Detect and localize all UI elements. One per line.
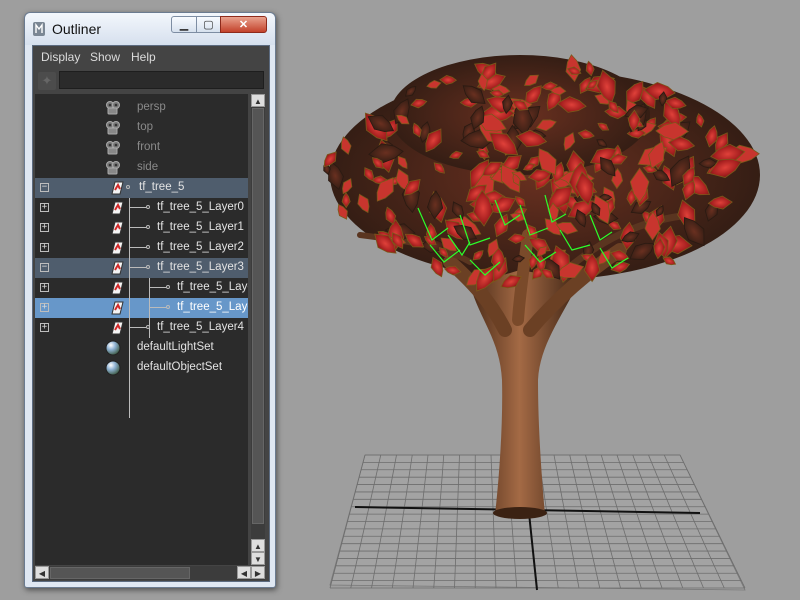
tree-row[interactable]: persp xyxy=(35,98,248,118)
vertical-scroll-thumb[interactable] xyxy=(252,108,264,524)
tree-row[interactable]: front xyxy=(35,138,248,158)
tree-row[interactable]: + tf_tree_5_Layer3_Br xyxy=(35,298,248,318)
set-sphere-icon xyxy=(105,360,121,376)
scroll-up-small-arrow-icon[interactable]: ▲ xyxy=(251,539,265,552)
tree-item-label: tf_tree_5_Layer3 xyxy=(157,261,244,273)
tree-item-label: tf_tree_5_Layer3_Br xyxy=(177,301,248,313)
minimize-icon: ▁ xyxy=(179,19,189,31)
scroll-left-arrow-icon[interactable]: ◀ xyxy=(35,566,49,579)
scroll-right-arrow-icon[interactable]: ▶ xyxy=(251,566,265,579)
tree-connector xyxy=(129,227,146,228)
mesh-icon xyxy=(109,260,125,276)
mesh-icon xyxy=(109,240,125,256)
menu-help[interactable]: Help xyxy=(131,50,156,64)
filter-icon[interactable]: ✦ xyxy=(38,72,56,90)
tree-row[interactable]: + tf_tree_5_Layer2 xyxy=(35,238,248,258)
mesh-icon xyxy=(109,280,125,296)
set-sphere-icon xyxy=(105,340,121,356)
tree-item-label: tf_tree_5_Layer2 xyxy=(157,241,244,253)
hierarchy-node-dot xyxy=(126,185,130,189)
tree-item-label: tf_tree_5_Layer1 xyxy=(157,221,244,233)
tree-row[interactable]: side xyxy=(35,158,248,178)
tree-item-label: front xyxy=(137,141,161,153)
tree-row[interactable]: − tf_tree_5_Layer3 xyxy=(35,258,248,278)
maximize-icon: ▢ xyxy=(203,19,214,31)
hierarchy-node-dot xyxy=(146,245,150,249)
tree-connector xyxy=(129,207,146,208)
mesh-icon xyxy=(109,220,125,236)
tree-item-label: tf_tree_5 xyxy=(139,181,185,193)
search-input[interactable] xyxy=(59,71,264,89)
close-icon: ✕ xyxy=(238,19,249,31)
expand-icon[interactable]: + xyxy=(40,303,49,312)
tree-row[interactable]: + tf_tree_5_Layer0 xyxy=(35,198,248,218)
hierarchy-node-dot xyxy=(146,265,150,269)
mesh-icon xyxy=(109,300,125,316)
scroll-left-small-arrow-icon[interactable]: ◀ xyxy=(237,566,251,579)
tree-row[interactable]: + tf_tree_5_Layer3_Le xyxy=(35,278,248,298)
tree-row[interactable]: top xyxy=(35,118,248,138)
tree-row[interactable]: − tf_tree_5 xyxy=(35,178,248,198)
camera-icon xyxy=(105,160,121,176)
menu-bar: Display Show Help xyxy=(33,46,269,68)
mesh-icon xyxy=(109,320,125,336)
close-button[interactable]: ✕ xyxy=(220,16,267,33)
outliner-panel: Display Show Help ✦ persp top front side − tf… xyxy=(32,45,270,582)
tree-item-label: defaultObjectSet xyxy=(137,361,223,373)
search-row: ✦ xyxy=(33,68,269,94)
tree-row[interactable]: defaultLightSet xyxy=(35,338,248,358)
tree-connector xyxy=(129,267,146,268)
tree-item-label: defaultLightSet xyxy=(137,341,214,353)
mesh-icon xyxy=(109,200,125,216)
horizontal-scrollbar[interactable]: ◀ ◀ ▶ xyxy=(35,566,265,580)
hierarchy-node-dot xyxy=(146,205,150,209)
vertical-scrollbar[interactable]: ▲ ▲ ▼ xyxy=(251,94,265,565)
window-title: Outliner xyxy=(52,21,102,37)
maya-app-icon xyxy=(33,22,45,36)
expand-icon[interactable]: + xyxy=(40,323,49,332)
camera-icon xyxy=(105,100,121,116)
expand-icon[interactable]: + xyxy=(40,203,49,212)
mesh-icon xyxy=(109,180,125,196)
title-bar[interactable]: Outliner ▁ ▢ ✕ xyxy=(25,13,275,45)
minimize-button[interactable]: ▁ xyxy=(171,16,197,33)
expand-icon[interactable]: + xyxy=(40,283,49,292)
tree-item-label: tf_tree_5_Layer0 xyxy=(157,201,244,213)
collapse-icon[interactable]: − xyxy=(40,263,49,272)
scroll-down-arrow-icon[interactable]: ▼ xyxy=(251,552,265,565)
tree-row[interactable]: defaultObjectSet xyxy=(35,358,248,378)
tree-item-label: tf_tree_5_Layer3_Le xyxy=(177,281,248,293)
camera-icon xyxy=(105,140,121,156)
tree-connector xyxy=(149,278,150,338)
tree-item-label: persp xyxy=(137,101,166,113)
tree-row[interactable]: + tf_tree_5_Layer1 xyxy=(35,218,248,238)
horizontal-scroll-thumb[interactable] xyxy=(50,567,190,579)
tree-item-label: top xyxy=(137,121,153,133)
hierarchy-node-dot xyxy=(166,285,170,289)
tree-row[interactable]: + tf_tree_5_Layer4 xyxy=(35,318,248,338)
outliner-tree[interactable]: persp top front side − tf_tree_5 + tf_tree_5_La… xyxy=(35,94,248,565)
outliner-window[interactable]: Outliner ▁ ▢ ✕ Display Show Help ✦ persp… xyxy=(24,12,276,588)
camera-icon xyxy=(105,120,121,136)
menu-show[interactable]: Show xyxy=(90,50,120,64)
hierarchy-node-dot xyxy=(166,305,170,309)
tree-connector xyxy=(149,307,166,308)
tree-connector xyxy=(129,327,146,328)
expand-icon[interactable]: + xyxy=(40,243,49,252)
menu-display[interactable]: Display xyxy=(41,50,80,64)
collapse-icon[interactable]: − xyxy=(40,183,49,192)
tree-connector xyxy=(129,247,146,248)
tree-connector xyxy=(149,287,166,288)
tree-item-label: side xyxy=(137,161,159,173)
tree-connector xyxy=(129,198,130,418)
tree-item-label: tf_tree_5_Layer4 xyxy=(157,321,244,333)
scroll-up-arrow-icon[interactable]: ▲ xyxy=(251,94,265,107)
expand-icon[interactable]: + xyxy=(40,223,49,232)
hierarchy-node-dot xyxy=(146,225,150,229)
maximize-button[interactable]: ▢ xyxy=(196,16,221,33)
